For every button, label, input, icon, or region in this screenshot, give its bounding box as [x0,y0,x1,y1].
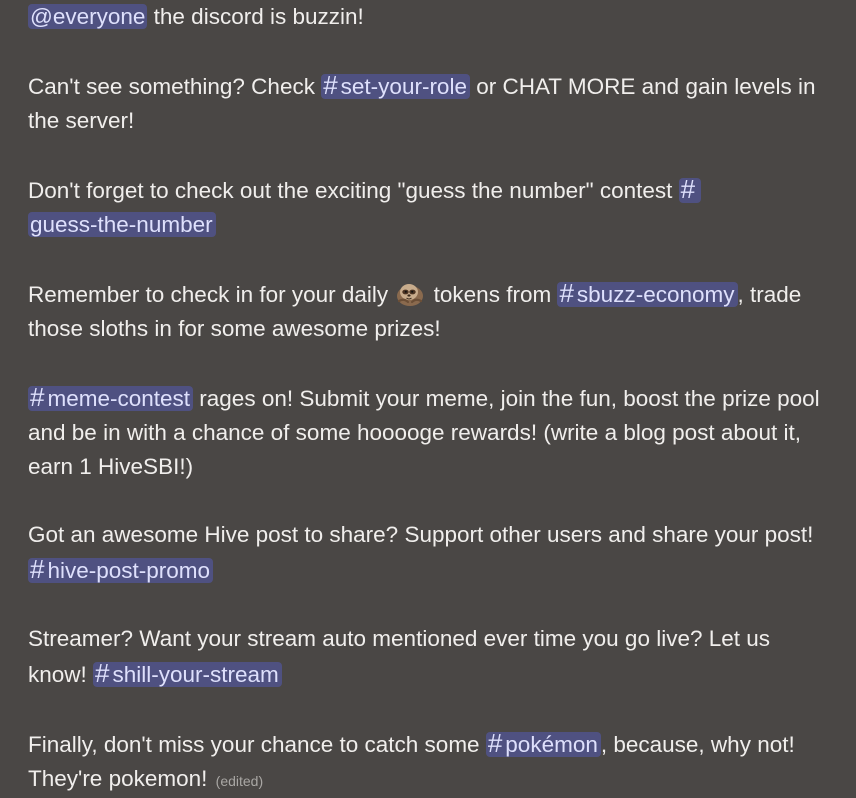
paragraph-8: Finally, don't miss your chance to catch… [28,726,828,798]
paragraph-text: Finally, don't miss your chance to catch… [28,732,486,757]
paragraph-1: @everyone the discord is buzzin! [28,0,828,34]
hash-icon: # [680,174,696,204]
channel-link-meme-contest[interactable]: # meme-contest [28,382,194,412]
hash-icon: # [30,382,45,412]
paragraph-text: tokens from [427,282,558,307]
channel-link-pokemon[interactable]: # pokémon [485,728,601,758]
channel-name: hive-post-promo [47,558,211,583]
channel-name: pokémon [505,732,598,757]
paragraph-text: the discord is buzzin! [147,4,364,29]
channel-name: guess-the-number [30,212,213,237]
paragraph-text: Don't forget to check out the exciting "… [28,178,679,203]
hash-icon: # [95,658,110,688]
paragraph-4: Remember to check in for your daily toke… [28,276,828,346]
paragraph-7: Streamer? Want your stream auto mentione… [28,622,828,692]
paragraph-text: Got an awesome Hive post to share? Suppo… [28,522,814,547]
channel-link-hive-post-promo[interactable]: # hive-post-promo [28,554,214,584]
channel-name: shill-your-stream [112,662,279,687]
paragraph-text: Remember to check in for your daily [28,282,395,307]
paragraph-2: Can't see something? Check # set-your-rol… [28,68,828,138]
edited-label[interactable]: (edited) [216,773,263,789]
hash-icon: # [559,278,574,308]
paragraph-6: Got an awesome Hive post to share? Suppo… [28,518,828,588]
hash-icon: # [487,728,503,758]
paragraph-3: Don't forget to check out the exciting "… [28,172,828,242]
message-content: @everyone the discord is buzzin! Can't s… [0,0,828,798]
paragraph-5: # meme-contest rages on! Submit your meme… [28,380,828,484]
channel-link-sbuzz-economy[interactable]: # sbuzz-economy [557,278,738,308]
everyone-mention[interactable]: @everyone [28,4,148,29]
channel-link-set-your-role[interactable]: # set-your-role [321,70,470,100]
sloth-emoji-icon[interactable] [395,281,425,307]
paragraph-text: Can't see something? Check [28,74,322,99]
hash-icon: # [323,70,338,100]
channel-name: set-your-role [340,74,467,99]
channel-link-shill-your-stream[interactable]: # shill-your-stream [93,658,282,688]
channel-name: meme-contest [47,386,191,411]
channel-name: sbuzz-economy [576,282,735,307]
hash-icon: # [30,554,45,584]
